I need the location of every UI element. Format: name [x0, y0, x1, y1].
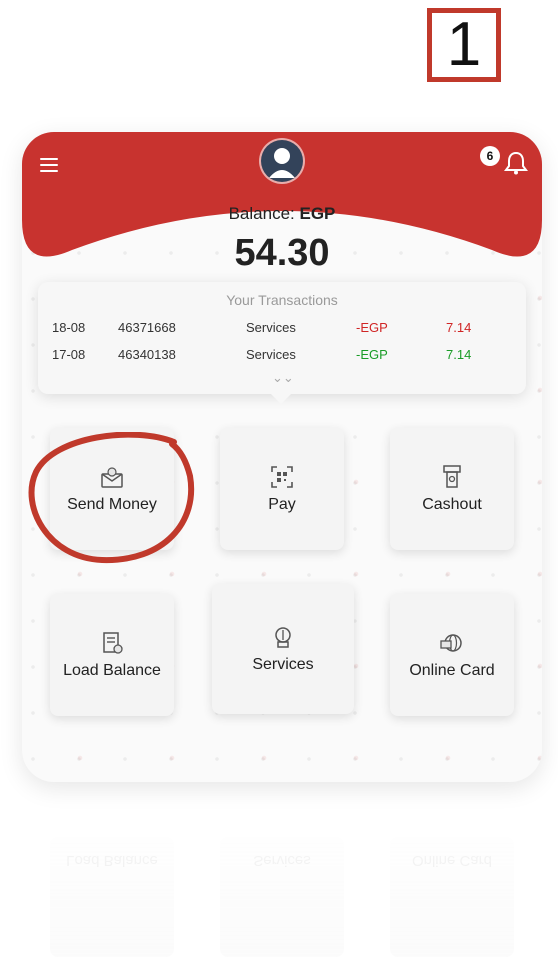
transaction-amount: 7.14 [446, 320, 472, 335]
load-balance-button[interactable]: Load Balance [50, 594, 174, 716]
avatar[interactable] [261, 140, 303, 182]
services-icon [275, 627, 291, 648]
transactions-title: Your Transactions [226, 292, 338, 308]
reflection: Load Balance Services Online Card [22, 790, 542, 969]
chevron-double-down-icon[interactable]: ⌄⌄ [272, 370, 294, 386]
transaction-currency: -EGP [356, 320, 388, 335]
step-number-box: 1 [427, 8, 501, 82]
phone-screen: 6 Balance: EGP 54.30 Your Transactions 1… [22, 132, 542, 782]
menu-icon[interactable] [40, 158, 58, 172]
transaction-type: Services [246, 347, 296, 362]
load-balance-icon [103, 632, 123, 654]
load-balance-label: Load Balance [63, 662, 161, 679]
send-money-label: Send Money [67, 496, 157, 513]
bell-icon[interactable] [503, 150, 529, 176]
send-money-button[interactable]: Send Money [50, 428, 174, 550]
transaction-amount: 7.14 [446, 347, 472, 362]
transaction-date: 17-08 [52, 347, 86, 362]
cashout-label: Cashout [422, 496, 482, 513]
balance-label: Balance: EGP [22, 204, 542, 224]
reflection-tile: Online Card [390, 837, 514, 957]
transaction-date: 18-08 [52, 320, 86, 335]
transaction-type: Services [246, 320, 296, 335]
transaction-row[interactable]: 17-08 46340138 Services -EGP 7.14 [38, 347, 526, 367]
balance-amount: 54.30 [234, 232, 330, 274]
reflection-tile: Services [220, 837, 344, 957]
send-money-icon [101, 467, 123, 488]
user-icon [269, 148, 295, 178]
atm-cash-icon [443, 465, 461, 488]
transaction-currency: -EGP [356, 347, 388, 362]
reflection-tile: Load Balance [50, 837, 174, 957]
services-label: Services [252, 656, 314, 673]
transaction-row[interactable]: 18-08 46371668 Services -EGP 7.14 [38, 320, 526, 340]
online-card-icon [440, 634, 462, 652]
balance-currency: EGP [299, 204, 336, 223]
cashout-button[interactable]: Cashout [390, 428, 514, 550]
pay-button[interactable]: Pay [220, 428, 344, 550]
transactions-card: Your Transactions 18-08 46371668 Service… [38, 282, 526, 394]
online-card-label: Online Card [409, 662, 495, 679]
online-card-button[interactable]: Online Card [390, 594, 514, 716]
transaction-id: 46371668 [118, 320, 176, 335]
balance-label-text: Balance: [228, 204, 295, 223]
transaction-id: 46340138 [118, 347, 176, 362]
qr-scan-icon [271, 466, 293, 488]
pay-label: Pay [268, 496, 296, 513]
services-button[interactable]: Services [212, 584, 354, 714]
step-number: 1 [446, 10, 482, 79]
notification-badge: 6 [480, 146, 500, 166]
transactions-pointer [267, 390, 295, 404]
